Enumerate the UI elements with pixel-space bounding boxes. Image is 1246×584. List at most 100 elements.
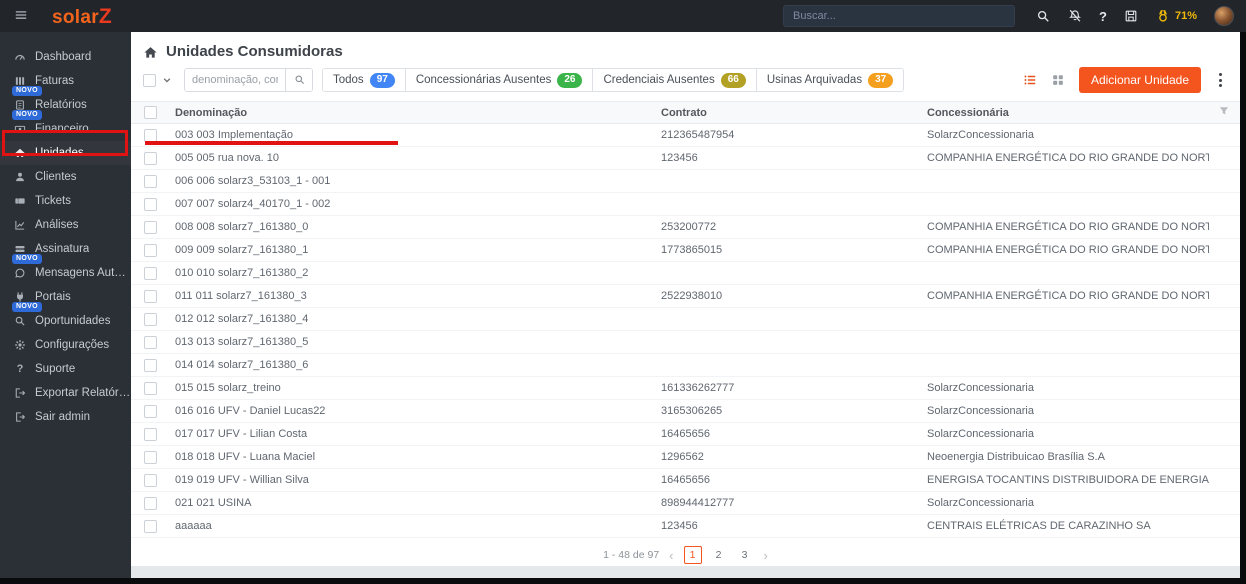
sidebar-item[interactable]: Sair admin bbox=[0, 405, 131, 429]
avatar[interactable] bbox=[1214, 6, 1234, 26]
column-header-concessionaria[interactable]: Concessionária bbox=[919, 101, 1209, 124]
table-row[interactable]: 010 010 solarz7_161380_2 bbox=[131, 261, 1240, 285]
table-row[interactable]: 011 011 solarz7_161380_3 2522938010 COMP… bbox=[131, 284, 1240, 308]
filter-label: Todos bbox=[333, 74, 364, 86]
sidebar-item[interactable]: Análises bbox=[0, 213, 131, 237]
table-row[interactable]: 019 019 UFV - Willian Silva 16465656 ENE… bbox=[131, 468, 1240, 492]
row-checkbox[interactable] bbox=[144, 266, 157, 280]
pagination-page[interactable]: 3 bbox=[736, 546, 754, 564]
row-checkbox[interactable] bbox=[144, 519, 157, 533]
medal-icon bbox=[1156, 9, 1171, 24]
table-row[interactable]: aaaaaa 123456 CENTRAIS ELÉTRICAS DE CARA… bbox=[131, 514, 1240, 538]
header-checkbox[interactable] bbox=[144, 106, 157, 119]
sidebar-item[interactable]: NOVO Financeiro bbox=[0, 110, 131, 141]
pagination-page[interactable]: 2 bbox=[710, 546, 728, 564]
sidebar-item[interactable]: Unidades bbox=[0, 141, 131, 165]
help-icon[interactable]: ? bbox=[1099, 9, 1107, 24]
sidebar-item[interactable]: Tickets bbox=[0, 189, 131, 213]
filter-button[interactable]: Todos 97 bbox=[323, 69, 406, 91]
row-checkbox[interactable] bbox=[144, 496, 157, 510]
row-checkbox[interactable] bbox=[144, 473, 157, 487]
table-row[interactable]: 017 017 UFV - Lilian Costa 16465656 Sola… bbox=[131, 422, 1240, 446]
search-icon[interactable] bbox=[1035, 9, 1050, 24]
pagination-prev[interactable]: ‹ bbox=[669, 549, 673, 562]
pagination-page[interactable]: 1 bbox=[683, 546, 702, 564]
table-row[interactable]: 016 016 UFV - Daniel Lucas22 3165306265 … bbox=[131, 399, 1240, 423]
chevron-down-icon[interactable] bbox=[162, 75, 172, 85]
table-row[interactable]: 009 009 solarz7_161380_1 1773865015 COMP… bbox=[131, 238, 1240, 262]
cell-contrato: 2522938010 bbox=[653, 284, 919, 308]
toolbar-right: Adicionar Unidade bbox=[1023, 67, 1230, 93]
table-row[interactable]: 006 006 solarz3_53103_1 - 001 bbox=[131, 169, 1240, 193]
global-search-input[interactable] bbox=[783, 5, 1016, 27]
table-row[interactable]: 005 005 rua nova. 10 123456 COMPANHIA EN… bbox=[131, 146, 1240, 170]
menu-icon[interactable] bbox=[14, 8, 30, 24]
messages-icon bbox=[13, 267, 27, 279]
column-header-denominacao[interactable]: Denominação bbox=[167, 101, 653, 124]
column-header-contrato[interactable]: Contrato bbox=[653, 101, 919, 124]
table-row[interactable]: 012 012 solarz7_161380_4 bbox=[131, 307, 1240, 331]
sidebar-item[interactable]: Exportar Relatórios bbox=[0, 381, 131, 405]
sidebar-item-label: Sair admin bbox=[35, 411, 90, 423]
unit-search-button[interactable] bbox=[285, 69, 312, 91]
cell-concessionaria bbox=[919, 192, 1209, 216]
gamification-score: 71% bbox=[1174, 10, 1197, 22]
table-row[interactable]: 007 007 solarz4_40170_1 - 002 bbox=[131, 192, 1240, 216]
cell-contrato: 253200772 bbox=[653, 215, 919, 239]
table-row[interactable]: 008 008 solarz7_161380_0 253200772 COMPA… bbox=[131, 215, 1240, 239]
select-all-checkbox[interactable] bbox=[143, 73, 156, 87]
row-checkbox[interactable] bbox=[144, 312, 157, 326]
novo-badge: NOVO bbox=[12, 86, 42, 97]
cell-denominacao: 017 017 UFV - Lilian Costa bbox=[167, 422, 653, 446]
gamification-widget[interactable]: 71% bbox=[1156, 9, 1197, 24]
filter-label: Credenciais Ausentes bbox=[603, 74, 715, 86]
tickets-icon bbox=[13, 195, 27, 207]
row-checkbox[interactable] bbox=[144, 128, 157, 142]
save-icon[interactable] bbox=[1124, 9, 1139, 24]
sidebar-item[interactable]: NOVO Mensagens Automát... bbox=[0, 254, 131, 285]
row-checkbox[interactable] bbox=[144, 450, 157, 464]
cell-concessionaria bbox=[919, 353, 1209, 377]
sidebar-item[interactable]: ? Suporte bbox=[0, 357, 131, 381]
cell-denominacao: 012 012 solarz7_161380_4 bbox=[167, 307, 653, 331]
dashboard-icon bbox=[13, 51, 27, 63]
filter-button[interactable]: Usinas Arquivadas 37 bbox=[756, 69, 904, 91]
cell-concessionaria: SolarzConcessionaria bbox=[919, 422, 1209, 446]
sidebar-item[interactable]: Dashboard bbox=[0, 45, 131, 69]
unit-search-input[interactable] bbox=[185, 69, 285, 91]
row-checkbox[interactable] bbox=[144, 335, 157, 349]
finance-icon bbox=[13, 123, 27, 135]
table-row[interactable]: 021 021 USINA 898944412777 SolarzConcess… bbox=[131, 491, 1240, 515]
table-row[interactable]: 013 013 solarz7_161380_5 bbox=[131, 330, 1240, 354]
sidebar-item[interactable]: Configurações bbox=[0, 333, 131, 357]
row-checkbox[interactable] bbox=[144, 220, 157, 234]
table-row[interactable]: 018 018 UFV - Luana Maciel 1296562 Neoen… bbox=[131, 445, 1240, 469]
filter-button[interactable]: Credenciais Ausentes 66 bbox=[593, 69, 757, 91]
row-checkbox[interactable] bbox=[144, 289, 157, 303]
table-row[interactable]: 014 014 solarz7_161380_6 bbox=[131, 353, 1240, 377]
row-checkbox[interactable] bbox=[144, 404, 157, 418]
row-checkbox[interactable] bbox=[144, 151, 157, 165]
row-checkbox[interactable] bbox=[144, 243, 157, 257]
sidebar-item[interactable]: Clientes bbox=[0, 165, 131, 189]
novo-badge: NOVO bbox=[12, 254, 42, 265]
add-unit-button[interactable]: Adicionar Unidade bbox=[1078, 67, 1201, 93]
bell-off-icon[interactable] bbox=[1067, 9, 1082, 24]
row-checkbox[interactable] bbox=[144, 358, 157, 372]
filter-button[interactable]: Concessionárias Ausentes 26 bbox=[405, 69, 594, 91]
cell-denominacao: 014 014 solarz7_161380_6 bbox=[167, 353, 653, 377]
cell-contrato bbox=[653, 169, 919, 193]
pagination-next[interactable]: › bbox=[764, 549, 768, 562]
row-checkbox[interactable] bbox=[144, 427, 157, 441]
cell-concessionaria: COMPANHIA ENERGÉTICA DO RIO GRANDE DO NO… bbox=[919, 238, 1209, 262]
kebab-menu[interactable] bbox=[1215, 71, 1226, 89]
funnel-icon[interactable] bbox=[1218, 105, 1230, 117]
row-checkbox[interactable] bbox=[144, 174, 157, 188]
row-checkbox[interactable] bbox=[144, 381, 157, 395]
row-checkbox[interactable] bbox=[144, 197, 157, 211]
grid-view-icon[interactable] bbox=[1051, 73, 1065, 87]
table-row[interactable]: 003 003 Implementação 212365487954 Solar… bbox=[131, 123, 1240, 147]
sidebar-item[interactable]: NOVO Oportunidades bbox=[0, 302, 131, 333]
list-view-icon[interactable] bbox=[1023, 73, 1037, 87]
table-row[interactable]: 015 015 solarz_treino 161336262777 Solar… bbox=[131, 376, 1240, 400]
